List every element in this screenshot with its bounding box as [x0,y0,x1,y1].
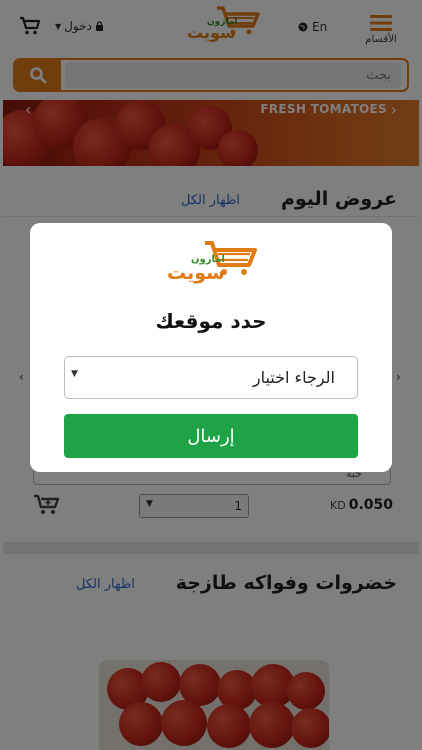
brand-logo: امازون سويت [167,241,257,284]
app-page: ▼ دخول امازون سويت En [0,0,422,750]
modal-logo-text-bottom: سويت [167,262,225,284]
location-modal: امازون سويت حدد موقعك ▼ الرجاء اختيار إر… [30,223,392,472]
location-select[interactable]: ▼ الرجاء اختيار [64,356,358,399]
chevron-down-icon: ▼ [71,369,78,379]
location-select-value: الرجاء اختيار [252,368,335,387]
submit-button[interactable]: إرسال [64,414,358,458]
modal-title: حدد موقعك [155,309,267,333]
